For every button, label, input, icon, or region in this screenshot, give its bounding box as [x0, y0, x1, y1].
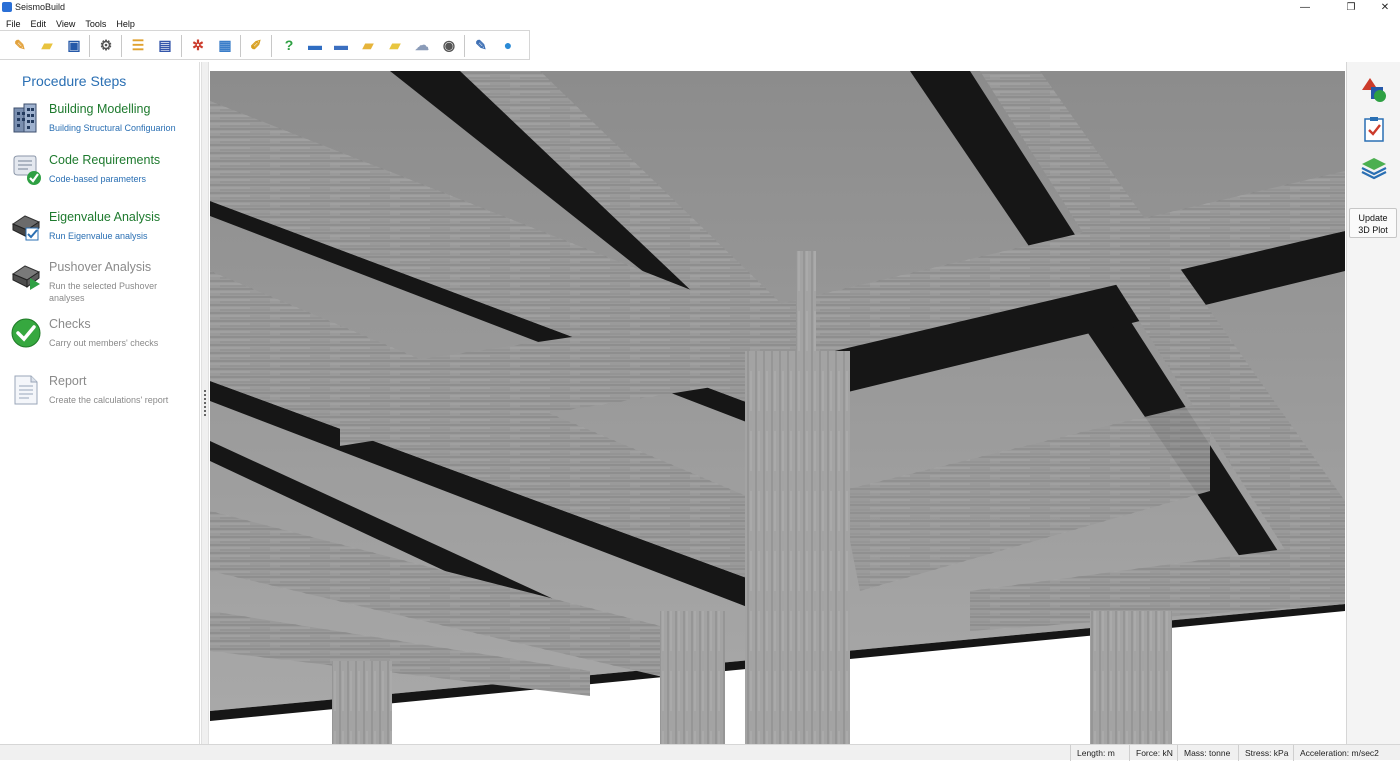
step-description: Carry out members' checks: [49, 338, 159, 348]
menu-bar: File Edit View Tools Help: [0, 16, 1400, 30]
examples-folder-icon: ▰: [362, 37, 374, 53]
settings-gear-icon: ✲: [192, 37, 204, 53]
report-document-icon: [14, 375, 38, 405]
toolbar-separator: [464, 35, 465, 57]
building-levels-button[interactable]: ☰: [128, 35, 148, 55]
video-tutorial-button[interactable]: ◉: [439, 35, 459, 55]
step-label: Code Requirements: [49, 153, 161, 167]
menu-help[interactable]: Help: [110, 18, 135, 29]
clear-brush-button[interactable]: ✐: [246, 35, 266, 55]
close-button[interactable]: ✕: [1370, 1, 1400, 15]
save-button[interactable]: ▣: [64, 35, 84, 55]
web-globe-button[interactable]: ●: [498, 35, 518, 55]
update-3d-plot-button[interactable]: Update 3D Plot: [1349, 208, 1397, 238]
building-icon: [13, 103, 37, 133]
tutorial-book-button[interactable]: ▬: [331, 35, 351, 55]
step-building-modelling[interactable]: Building Modelling Building Structural C…: [10, 102, 198, 146]
eigenvalue-icon: [11, 215, 41, 241]
help-button[interactable]: ?: [279, 35, 299, 55]
feedback-chat-button[interactable]: ☁: [412, 35, 432, 55]
step-eigenvalue-analysis[interactable]: Eigenvalue Analysis Run Eigenvalue analy…: [10, 210, 198, 254]
member-properties-button[interactable]: ▤: [155, 35, 175, 55]
layers-icon[interactable]: [1360, 154, 1388, 182]
calculator-icon: ▦: [218, 37, 232, 53]
status-bar: Length: m Force: kN Mass: tonne Stress: …: [0, 744, 1400, 761]
pushover-icon: [11, 265, 41, 290]
settings-gear-button[interactable]: ✲: [188, 35, 208, 55]
edit-notes-button[interactable]: ✎: [471, 35, 491, 55]
manual-book-icon: ▬: [308, 37, 322, 53]
open-folder-button[interactable]: ▰: [37, 35, 57, 55]
help-icon: ?: [284, 37, 294, 53]
web-globe-icon: ●: [503, 37, 513, 53]
toolbar-separator: [89, 35, 90, 57]
step-description: Code-based parameters: [49, 174, 147, 184]
window-title: SeismoBuild: [15, 2, 66, 12]
step-code-requirements[interactable]: Code Requirements Code-based parameters: [10, 153, 198, 197]
edit-notes-icon: ✎: [475, 37, 487, 53]
clear-brush-icon: ✐: [250, 37, 262, 53]
splitter-grip[interactable]: [204, 390, 206, 416]
update-label-line1: Update: [1358, 213, 1388, 223]
toolbar-separator: [240, 35, 241, 57]
step-description: Building Structural Configuarion: [49, 123, 176, 133]
run-analysis-icon: ⚙: [99, 37, 113, 53]
step-label: Building Modelling: [49, 102, 151, 116]
status-stress: Stress: kPa: [1238, 745, 1288, 761]
restore-button[interactable]: ❐: [1336, 1, 1366, 15]
notes-folder-icon: ▰: [389, 37, 401, 53]
building-levels-icon: ☰: [131, 37, 145, 53]
save-icon: ▣: [67, 37, 81, 53]
shapes-icon[interactable]: [1360, 76, 1388, 104]
toolbar-separator: [271, 35, 272, 57]
step-label: Report: [49, 374, 87, 388]
notes-folder-button[interactable]: ▰: [385, 35, 405, 55]
step-description: Run the selected Pushover analyses: [49, 281, 158, 303]
code-scroll-icon: [13, 155, 41, 185]
menu-edit[interactable]: Edit: [25, 18, 47, 29]
status-length: Length: m: [1070, 745, 1115, 761]
step-label: Eigenvalue Analysis: [49, 210, 161, 224]
right-tool-panel: Update 3D Plot: [1346, 62, 1400, 744]
examples-folder-button[interactable]: ▰: [358, 35, 378, 55]
calculator-button[interactable]: ▦: [215, 35, 235, 55]
manual-book-button[interactable]: ▬: [305, 35, 325, 55]
feedback-chat-icon: ☁: [415, 37, 429, 53]
new-project-button[interactable]: ✎: [10, 35, 30, 55]
update-label-line2: 3D Plot: [1358, 225, 1388, 235]
step-report[interactable]: Report Create the calculations' report: [10, 374, 198, 418]
step-label: Pushover Analysis: [49, 260, 152, 274]
title-bar: SeismoBuild — ❐ ✕: [0, 0, 1400, 16]
menu-tools[interactable]: Tools: [79, 18, 106, 29]
toolbar: ✎ ▰ ▣ ⚙ ☰ ▤ ✲ ▦ ✐? ▬ ▬ ▰ ▰ ☁ ◉ ✎ ●: [0, 30, 530, 60]
step-pushover-analysis[interactable]: Pushover Analysis Run the selected Pusho…: [10, 260, 198, 304]
new-project-icon: ✎: [14, 37, 26, 53]
app-icon: [2, 2, 12, 12]
step-description: Create the calculations' report: [49, 395, 169, 405]
status-acceleration: Acceleration: m/sec2: [1293, 745, 1379, 761]
run-analysis-button[interactable]: ⚙: [96, 35, 116, 55]
step-label: Checks: [49, 317, 91, 331]
step-description: Run Eigenvalue analysis: [49, 231, 148, 241]
tutorial-book-icon: ▬: [334, 37, 348, 53]
toolbar-separator: [181, 35, 182, 57]
checklist-icon[interactable]: [1360, 116, 1388, 144]
status-force: Force: kN: [1129, 745, 1173, 761]
procedure-steps-panel: Procedure Steps Building Modelling Build…: [0, 62, 200, 744]
member-properties-icon: ▤: [158, 37, 172, 53]
toolbar-separator: [121, 35, 122, 57]
step-checks[interactable]: Checks Carry out members' checks: [10, 317, 198, 361]
status-mass: Mass: tonne: [1177, 745, 1230, 761]
menu-file[interactable]: File: [0, 18, 21, 29]
panel-splitter[interactable]: [201, 62, 209, 744]
3d-viewport[interactable]: [210, 71, 1345, 744]
minimize-button[interactable]: —: [1290, 1, 1320, 15]
open-folder-icon: ▰: [41, 37, 53, 53]
sidebar-title: Procedure Steps: [22, 73, 127, 89]
check-mark-icon: [11, 318, 41, 348]
3d-model-view[interactable]: [210, 71, 1345, 744]
menu-view[interactable]: View: [50, 18, 75, 29]
video-tutorial-icon: ◉: [442, 37, 456, 53]
